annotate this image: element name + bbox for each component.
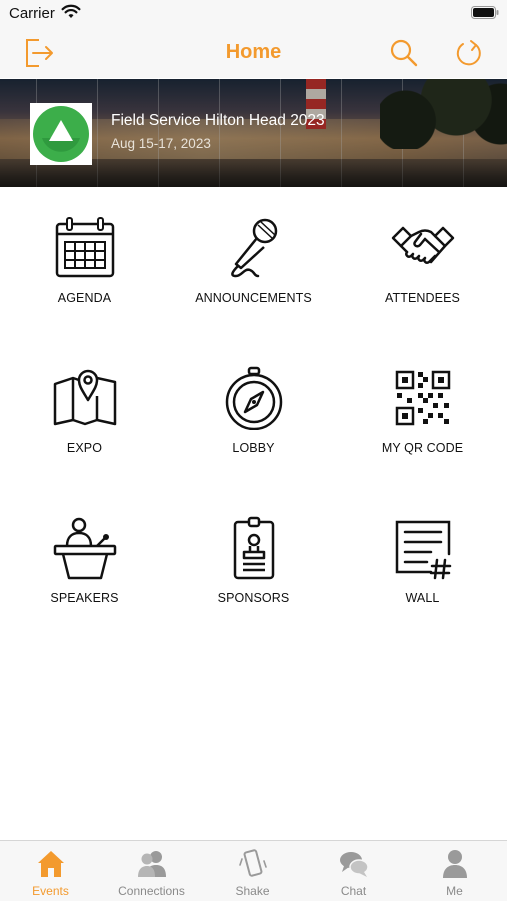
tab-label: Events xyxy=(32,884,69,898)
tile-speakers[interactable]: SPEAKERS xyxy=(0,488,169,608)
search-button[interactable] xyxy=(385,34,423,72)
handshake-icon xyxy=(391,226,454,264)
phone-shake-icon xyxy=(238,849,267,877)
tile-attendees[interactable]: ATTENDEES xyxy=(338,188,507,308)
event-banner[interactable]: Field Service Hilton Head 2023 Aug 15-17… xyxy=(0,79,507,187)
house-icon xyxy=(37,851,64,877)
nav-bar: Home xyxy=(0,28,507,78)
wall-post-icon xyxy=(395,520,451,580)
page-title: Home xyxy=(225,41,282,63)
wifi-icon xyxy=(61,4,81,18)
compass-icon xyxy=(225,366,282,430)
refresh-icon xyxy=(456,40,481,66)
event-title: Field Service Hilton Head 2023 xyxy=(111,112,325,129)
event-dates: Aug 15-17, 2023 xyxy=(111,136,211,151)
status-bar: Carrier xyxy=(0,0,507,28)
tile-label: WALL xyxy=(405,591,440,605)
tab-me[interactable]: Me xyxy=(404,841,505,901)
tile-wall[interactable]: WALL xyxy=(338,488,507,608)
tab-shake[interactable]: Shake xyxy=(202,841,303,901)
map-pin-icon xyxy=(53,369,116,426)
tab-label: Shake xyxy=(235,884,270,898)
tile-label: MY QR CODE xyxy=(381,441,464,455)
tile-my-qr-code[interactable]: MY QR CODE xyxy=(338,338,507,458)
people-icon xyxy=(137,851,166,877)
calendar-icon xyxy=(55,217,114,278)
tile-label: ANNOUNCEMENTS xyxy=(195,291,312,305)
badge-icon xyxy=(233,516,274,580)
tile-label: SPEAKERS xyxy=(50,591,119,605)
tab-label: Connections xyxy=(118,884,185,898)
tab-chat[interactable]: Chat xyxy=(303,841,404,901)
tile-label: LOBBY xyxy=(232,441,275,455)
tile-label: AGENDA xyxy=(57,291,112,305)
tab-label: Chat xyxy=(340,884,367,898)
event-logo xyxy=(30,103,92,165)
tile-agenda[interactable]: AGENDA xyxy=(0,188,169,308)
battery-icon xyxy=(471,6,499,19)
tab-connections[interactable]: Connections xyxy=(101,841,202,901)
tile-announcements[interactable]: ANNOUNCEMENTS xyxy=(169,188,338,308)
refresh-button[interactable] xyxy=(450,34,488,72)
tile-label: ATTENDEES xyxy=(385,291,460,305)
tile-label: SPONSORS xyxy=(217,591,290,605)
tab-label: Me xyxy=(446,884,463,898)
tile-sponsors[interactable]: SPONSORS xyxy=(169,488,338,608)
microphone-icon xyxy=(230,218,277,278)
tile-expo[interactable]: EXPO xyxy=(0,338,169,458)
podium-icon xyxy=(53,517,116,580)
chat-bubbles-icon xyxy=(339,852,369,877)
search-icon xyxy=(390,39,418,67)
carrier-label: Carrier xyxy=(9,5,55,22)
tab-events[interactable]: Events xyxy=(0,841,101,901)
person-icon xyxy=(442,850,467,878)
tile-label: EXPO xyxy=(66,441,103,455)
tile-lobby[interactable]: LOBBY xyxy=(169,338,338,458)
qr-code-icon xyxy=(395,370,450,426)
tab-bar: Events Connections Shake Chat Me xyxy=(0,840,507,901)
